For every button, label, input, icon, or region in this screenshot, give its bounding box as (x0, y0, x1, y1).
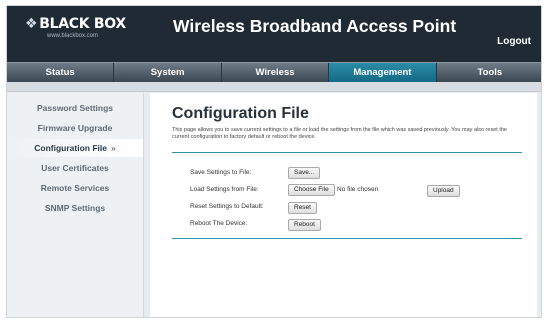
upload-button[interactable]: Upload (427, 185, 460, 197)
sidebar-item-snmp-settings[interactable]: SNMP Settings (7, 199, 143, 217)
sidebar: Password Settings Firmware Upgrade Confi… (7, 93, 144, 317)
active-indicator-icon: » (110, 143, 116, 153)
nav-tools[interactable]: Tools (437, 63, 541, 82)
app-window: ❖ BLACK BOX www.blackbox.com Wireless Bro… (6, 5, 542, 318)
reboot-device-label: Reboot The Device: (190, 220, 248, 227)
sidebar-item-label: User Certificates (41, 163, 109, 173)
sidebar-item-firmware-upgrade[interactable]: Firmware Upgrade (7, 119, 143, 137)
divider-bottom (172, 238, 522, 239)
sidebar-item-configuration-file[interactable]: Configuration File» (7, 139, 143, 157)
sidebar-item-label: Password Settings (36, 103, 114, 113)
logo-subtext: www.blackbox.com (47, 33, 99, 39)
main-nav: Status System Wireless Management Tools (7, 62, 541, 82)
choose-file-button[interactable]: Choose File (288, 184, 335, 196)
nav-management[interactable]: Management (329, 63, 437, 82)
sidebar-item-label: SNMP Settings (44, 203, 106, 213)
brand-logo: ❖ BLACK BOX www.blackbox.com (25, 16, 126, 39)
page-description: This page allows you to save current set… (172, 127, 507, 140)
nav-status[interactable]: Status (7, 63, 115, 82)
sidebar-item-label: Configuration File (34, 143, 107, 153)
logo-mark-icon: ❖ (25, 16, 38, 32)
sidebar-item-label: Firmware Upgrade (37, 123, 113, 133)
logo-text: BLACK BOX (39, 16, 126, 32)
reboot-button[interactable]: Reboot (288, 219, 321, 231)
header-bar: ❖ BLACK BOX www.blackbox.com Wireless Bro… (7, 6, 541, 62)
reset-settings-label: Reset Settings to Default: (190, 203, 264, 210)
file-status-text: No file chosen (337, 186, 379, 193)
logout-link[interactable]: Logout (497, 36, 531, 47)
save-button[interactable]: Save... (288, 167, 321, 179)
save-settings-label: Save Settings to File: (190, 169, 252, 176)
load-settings-label: Load Settings from File: (190, 186, 259, 193)
page-title: Configuration File (172, 105, 309, 122)
reset-button[interactable]: Reset (288, 202, 317, 214)
nav-wireless[interactable]: Wireless (222, 63, 330, 82)
sidebar-item-user-certificates[interactable]: User Certificates (7, 159, 143, 177)
sidebar-item-password-settings[interactable]: Password Settings (7, 99, 143, 117)
main-content: Configuration File This page allows you … (150, 93, 537, 317)
nav-system[interactable]: System (114, 63, 222, 82)
sidebar-item-label: Remote Services (40, 183, 110, 193)
sidebar-item-remote-services[interactable]: Remote Services (7, 179, 143, 197)
app-title: Wireless Broadband Access Point (173, 16, 457, 36)
sub-nav-bar (7, 82, 541, 92)
divider-top (172, 152, 522, 153)
